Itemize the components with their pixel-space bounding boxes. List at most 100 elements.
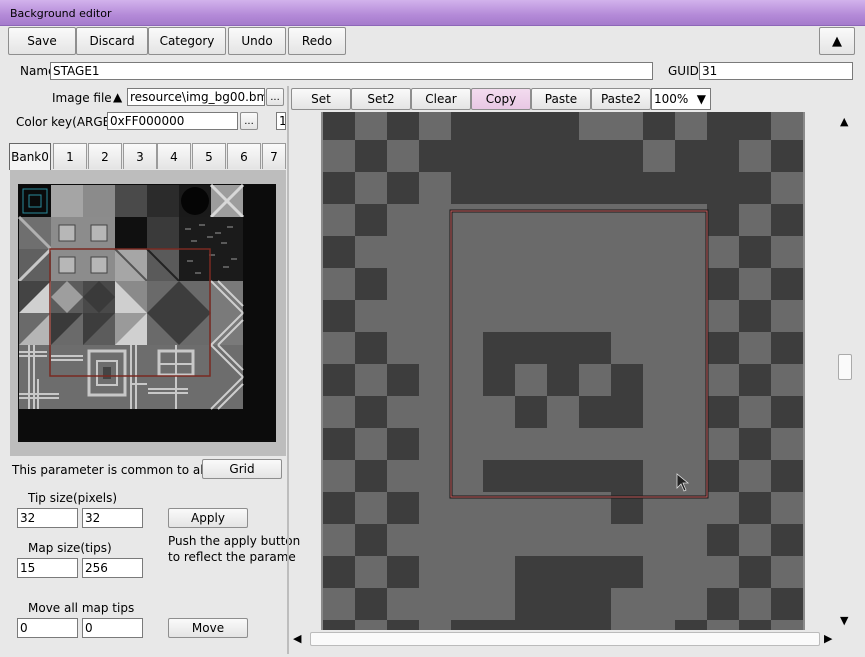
map-tile bbox=[355, 112, 387, 140]
color-key-browse-button[interactable]: ... bbox=[240, 112, 258, 130]
color-key-field[interactable]: 0xFF000000 bbox=[107, 112, 238, 130]
map-tile bbox=[451, 428, 483, 460]
vertical-scrollbar[interactable]: ▲ ▼ bbox=[835, 112, 856, 630]
panel-divider[interactable] bbox=[287, 86, 289, 654]
color-key-extra-field[interactable]: 1 bbox=[276, 112, 286, 130]
map-tile bbox=[419, 588, 451, 620]
map-tile bbox=[419, 620, 451, 630]
discard-button[interactable]: Discard bbox=[76, 27, 148, 55]
tab-bank7[interactable]: 7 bbox=[262, 143, 286, 169]
undo-button[interactable]: Undo bbox=[228, 27, 286, 55]
map-tile bbox=[515, 268, 547, 300]
copy-button[interactable]: Copy bbox=[471, 88, 531, 110]
map-tile bbox=[323, 204, 355, 236]
map-tile bbox=[323, 460, 355, 492]
set2-button[interactable]: Set2 bbox=[351, 88, 411, 110]
clear-button[interactable]: Clear bbox=[411, 88, 471, 110]
map-tile bbox=[675, 556, 707, 588]
map-tile bbox=[483, 588, 515, 620]
map-tile bbox=[387, 300, 419, 332]
map-tile bbox=[547, 268, 579, 300]
map-tile bbox=[451, 396, 483, 428]
map-tile bbox=[707, 620, 739, 630]
scroll-down-icon[interactable]: ▼ bbox=[840, 615, 848, 626]
tab-bank2[interactable]: 2 bbox=[88, 143, 122, 169]
map-tile bbox=[643, 524, 675, 556]
paste-button[interactable]: Paste bbox=[531, 88, 591, 110]
collapse-button[interactable]: ▲ bbox=[819, 27, 855, 55]
map-height-field[interactable]: 256 bbox=[82, 558, 143, 578]
map-tile bbox=[675, 428, 707, 460]
map-tile bbox=[675, 268, 707, 300]
map-tile bbox=[355, 364, 387, 396]
image-file-field[interactable]: resource\img_bg00.bmp bbox=[127, 88, 265, 106]
grid-button[interactable]: Grid bbox=[202, 459, 282, 479]
map-tile bbox=[483, 396, 515, 428]
map-tile bbox=[771, 492, 803, 524]
map-width-field[interactable]: 15 bbox=[17, 558, 78, 578]
tab-bank0[interactable]: Bank0 bbox=[9, 143, 51, 170]
triangle-up-icon[interactable]: ▲ bbox=[113, 91, 122, 103]
map-canvas[interactable] bbox=[323, 112, 803, 630]
tab-bank4[interactable]: 4 bbox=[157, 143, 191, 169]
scroll-left-icon[interactable]: ◀ bbox=[293, 633, 301, 644]
map-tile bbox=[419, 492, 451, 524]
map-tile bbox=[547, 524, 579, 556]
map-tile bbox=[707, 492, 739, 524]
map-tile bbox=[451, 556, 483, 588]
category-button[interactable]: Category bbox=[148, 27, 226, 55]
map-size-label: Map size(tips) bbox=[28, 541, 112, 555]
horizontal-scrollbar[interactable]: ◀ ▶ bbox=[290, 630, 838, 648]
save-button[interactable]: Save bbox=[8, 27, 76, 55]
map-tile bbox=[643, 268, 675, 300]
tab-bank3[interactable]: 3 bbox=[123, 143, 157, 169]
paste2-button[interactable]: Paste2 bbox=[591, 88, 651, 110]
apply-button[interactable]: Apply bbox=[168, 508, 248, 528]
tileset-panel bbox=[10, 170, 286, 456]
tab-bank1[interactable]: 1 bbox=[53, 143, 87, 169]
tab-bank5[interactable]: 5 bbox=[192, 143, 226, 169]
move-button[interactable]: Move bbox=[168, 618, 248, 638]
map-tile bbox=[739, 332, 771, 364]
map-tile bbox=[643, 396, 675, 428]
move-y-field[interactable]: 0 bbox=[82, 618, 143, 638]
map-tile bbox=[611, 112, 643, 140]
horizontal-scroll-thumb[interactable] bbox=[310, 632, 820, 646]
map-tile bbox=[579, 204, 611, 236]
map-tile bbox=[707, 428, 739, 460]
tip-height-field[interactable]: 32 bbox=[82, 508, 143, 528]
map-tile bbox=[419, 300, 451, 332]
tip-width-field[interactable]: 32 bbox=[17, 508, 78, 528]
tab-bank6[interactable]: 6 bbox=[227, 143, 261, 169]
map-tile bbox=[387, 268, 419, 300]
apply-note-line1: Push the apply button bbox=[168, 534, 301, 548]
map-tile bbox=[419, 428, 451, 460]
map-tile bbox=[419, 172, 451, 204]
map-tile bbox=[355, 300, 387, 332]
guid-field[interactable]: 31 bbox=[699, 62, 853, 80]
tileset-image[interactable] bbox=[18, 184, 276, 442]
name-field[interactable]: STAGE1 bbox=[50, 62, 653, 80]
triangle-up-icon: ▲ bbox=[832, 33, 842, 49]
zoom-select[interactable]: 100% ▼ bbox=[651, 88, 711, 110]
map-tile bbox=[547, 300, 579, 332]
set-button[interactable]: Set bbox=[291, 88, 351, 110]
scroll-up-icon[interactable]: ▲ bbox=[840, 116, 848, 127]
redo-button[interactable]: Redo bbox=[288, 27, 346, 55]
map-tile bbox=[771, 112, 803, 140]
apply-note-line2: to reflect the parame bbox=[168, 550, 296, 564]
map-tile bbox=[611, 588, 643, 620]
move-x-field[interactable]: 0 bbox=[17, 618, 78, 638]
map-tile bbox=[707, 236, 739, 268]
map-tile bbox=[355, 556, 387, 588]
map-tile bbox=[323, 268, 355, 300]
vertical-scroll-thumb[interactable] bbox=[838, 354, 852, 380]
map-tile bbox=[547, 204, 579, 236]
map-tile bbox=[579, 300, 611, 332]
map-tile bbox=[643, 236, 675, 268]
map-tile bbox=[419, 556, 451, 588]
map-tile bbox=[323, 524, 355, 556]
scroll-right-icon[interactable]: ▶ bbox=[824, 633, 832, 644]
map-tile bbox=[419, 364, 451, 396]
image-browse-button[interactable]: ... bbox=[266, 88, 284, 106]
